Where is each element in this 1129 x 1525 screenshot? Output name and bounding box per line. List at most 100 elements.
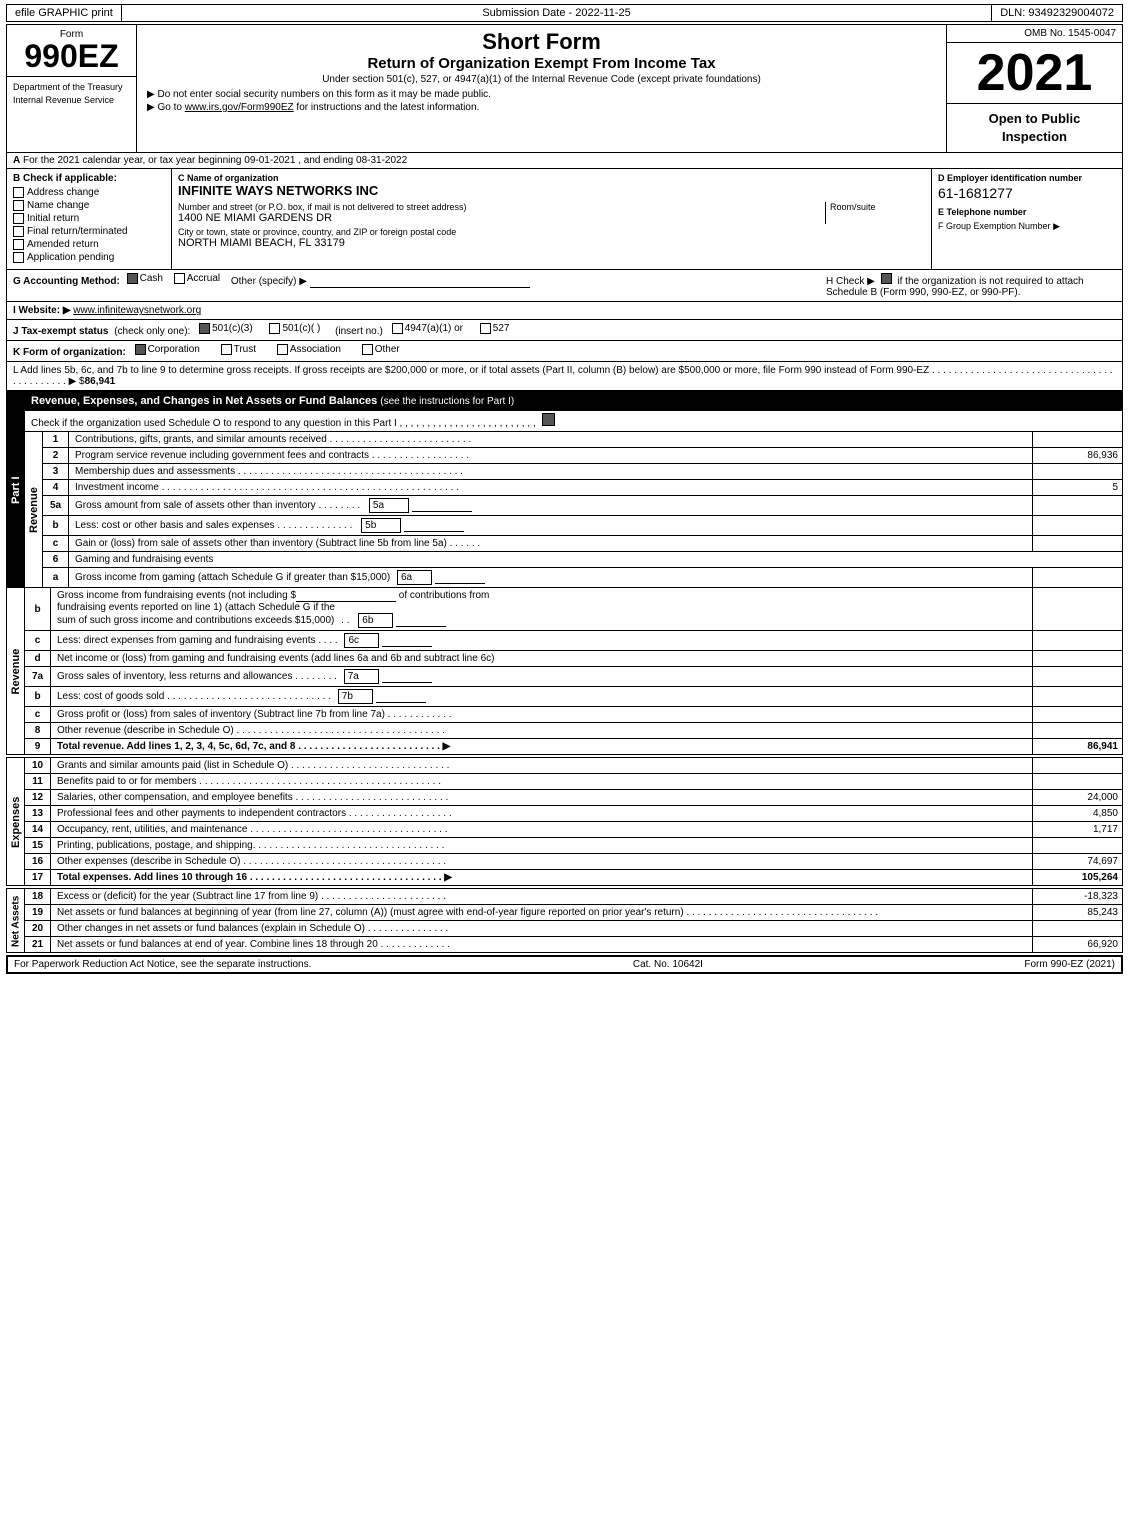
line-6c-amount (1033, 631, 1123, 651)
tax-status-row: J Tax-exempt status (check only one): 50… (6, 320, 1123, 341)
line-2-text: Program service revenue including govern… (69, 448, 1033, 464)
line-21-text: Net assets or fund balances at end of ye… (51, 937, 1033, 953)
go-to: ▶ Go to www.irs.gov/Form990EZ for instru… (147, 102, 936, 113)
line-2-amount: 86,936 (1033, 448, 1123, 464)
line-5b-num: b (43, 516, 69, 536)
form-number: 990EZ (13, 40, 130, 72)
net-assets-label: Net Assets (7, 889, 25, 953)
revenue-label-2: Revenue (7, 588, 25, 755)
line-18-text: Excess or (deficit) for the year (Subtra… (51, 889, 1033, 905)
room-label: Room/suite (830, 202, 925, 212)
line-6b-text: Gross income from fundraising events (no… (51, 588, 1033, 631)
line-5a-text: Gross amount from sale of assets other t… (69, 496, 1033, 516)
line-17-num: 17 (25, 870, 51, 886)
return-title: Return of Organization Exempt From Incom… (147, 55, 936, 72)
line-10-text: Grants and similar amounts paid (list in… (51, 758, 1033, 774)
line-10-amount (1033, 758, 1123, 774)
line-6d-text: Net income or (loss) from gaming and fun… (51, 651, 1033, 667)
org-other[interactable]: Other (362, 344, 400, 355)
f-label: F Group Exemption Number ▶ (938, 221, 1116, 232)
line-19-num: 19 (25, 905, 51, 921)
line-7b-text: Less: cost of goods sold . . . . . . . .… (51, 687, 1033, 707)
line-15-amount (1033, 838, 1123, 854)
line-4-amount: 5 (1033, 480, 1123, 496)
check-amended[interactable]: Amended return (13, 239, 165, 250)
short-form-title: Short Form (147, 29, 936, 55)
org-assoc[interactable]: Association (277, 344, 341, 355)
line-14-amount: 1,717 (1033, 822, 1123, 838)
line-12-num: 12 (25, 790, 51, 806)
line-5c-amount (1033, 536, 1123, 552)
website-row: I Website: ▶ www.infinitewaysnetwork.org (6, 302, 1123, 320)
year-display: 2021 (947, 43, 1122, 104)
check-name-change[interactable]: Name change (13, 200, 165, 211)
line-18-num: 18 (25, 889, 51, 905)
tax-527[interactable]: 527 (480, 323, 510, 334)
submission-date: Submission Date - 2022-11-25 (122, 5, 992, 21)
footer-bar: For Paperwork Reduction Act Notice, see … (6, 955, 1123, 974)
omb-number: OMB No. 1545-0047 (947, 25, 1122, 43)
city-label: City or town, state or province, country… (178, 227, 925, 237)
line-11-text: Benefits paid to or for members . . . . … (51, 774, 1033, 790)
line-17-amount: 105,264 (1033, 870, 1123, 886)
expenses-label: Expenses (7, 758, 25, 886)
revenue-label: Revenue (25, 432, 43, 588)
org-name: INFINITE WAYS NETWORKS INC (178, 183, 925, 198)
line-6b-num: b (25, 588, 51, 631)
tax-4947[interactable]: 4947(a)(1) or (392, 323, 463, 334)
line-15-text: Printing, publications, postage, and shi… (51, 838, 1033, 854)
accounting-method: G Accounting Method: Cash Accrual Other … (13, 273, 826, 288)
line-20-text: Other changes in net assets or fund bala… (51, 921, 1033, 937)
line-11-amount (1033, 774, 1123, 790)
line-21-amount: 66,920 (1033, 937, 1123, 953)
efile-label: efile GRAPHIC print (7, 5, 122, 21)
accrual-checkbox[interactable]: Accrual (174, 273, 220, 284)
line-7a-text: Gross sales of inventory, less returns a… (51, 667, 1033, 687)
line-5a-num: 5a (43, 496, 69, 516)
line-6d-num: d (25, 651, 51, 667)
tax-501c[interactable]: 501(c)( ) (269, 323, 320, 334)
line-4-text: Investment income . . . . . . . . . . . … (69, 480, 1033, 496)
do-not-enter: ▶ Do not enter social security numbers o… (147, 89, 936, 100)
check-initial-return[interactable]: Initial return (13, 213, 165, 224)
d-label: D Employer identification number (938, 173, 1116, 183)
page: efile GRAPHIC print Submission Date - 20… (0, 0, 1129, 978)
line-16-num: 16 (25, 854, 51, 870)
open-inspection: Open to Public Inspection (947, 104, 1122, 152)
form-org-row: K Form of organization: Corporation Trus… (6, 341, 1123, 362)
check-address-change[interactable]: Address change (13, 187, 165, 198)
line-7b-amount (1033, 687, 1123, 707)
part-i-side-label: Part I (7, 392, 25, 588)
line-7c-text: Gross profit or (loss) from sales of inv… (51, 707, 1033, 723)
line-7a-num: 7a (25, 667, 51, 687)
cash-checkbox[interactable]: Cash (127, 273, 163, 284)
line-12-amount: 24,000 (1033, 790, 1123, 806)
line-5c-num: c (43, 536, 69, 552)
line-15-num: 15 (25, 838, 51, 854)
line-3-num: 3 (43, 464, 69, 480)
part-i-check-row: Check if the organization used Schedule … (25, 411, 1123, 432)
org-corp[interactable]: Corporation (135, 344, 200, 355)
line-9-num: 9 (25, 739, 51, 755)
subtitle: Under section 501(c), 527, or 4947(a)(1)… (147, 74, 936, 85)
line-10-num: 10 (25, 758, 51, 774)
line-7c-amount (1033, 707, 1123, 723)
line-1-amount (1033, 432, 1123, 448)
line-18-amount: -18,323 (1033, 889, 1123, 905)
org-trust[interactable]: Trust (221, 344, 256, 355)
check-final-return[interactable]: Final return/terminated (13, 226, 165, 237)
tax-501c3[interactable]: 501(c)(3) (199, 323, 253, 334)
line-17-text: Total expenses. Add lines 10 through 16 … (51, 870, 1033, 886)
section-a-header: A For the 2021 calendar year, or tax yea… (6, 153, 1123, 169)
c-label: C Name of organization (178, 173, 925, 183)
line-13-amount: 4,850 (1033, 806, 1123, 822)
line-13-text: Professional fees and other payments to … (51, 806, 1033, 822)
line-9-amount: 86,941 (1033, 739, 1123, 755)
line-2-num: 2 (43, 448, 69, 464)
dln: DLN: 93492329004072 (992, 5, 1122, 21)
line-20-amount (1033, 921, 1123, 937)
line-1-num: 1 (43, 432, 69, 448)
check-app-pending[interactable]: Application pending (13, 252, 165, 263)
line-8-num: 8 (25, 723, 51, 739)
line-6c-num: c (25, 631, 51, 651)
